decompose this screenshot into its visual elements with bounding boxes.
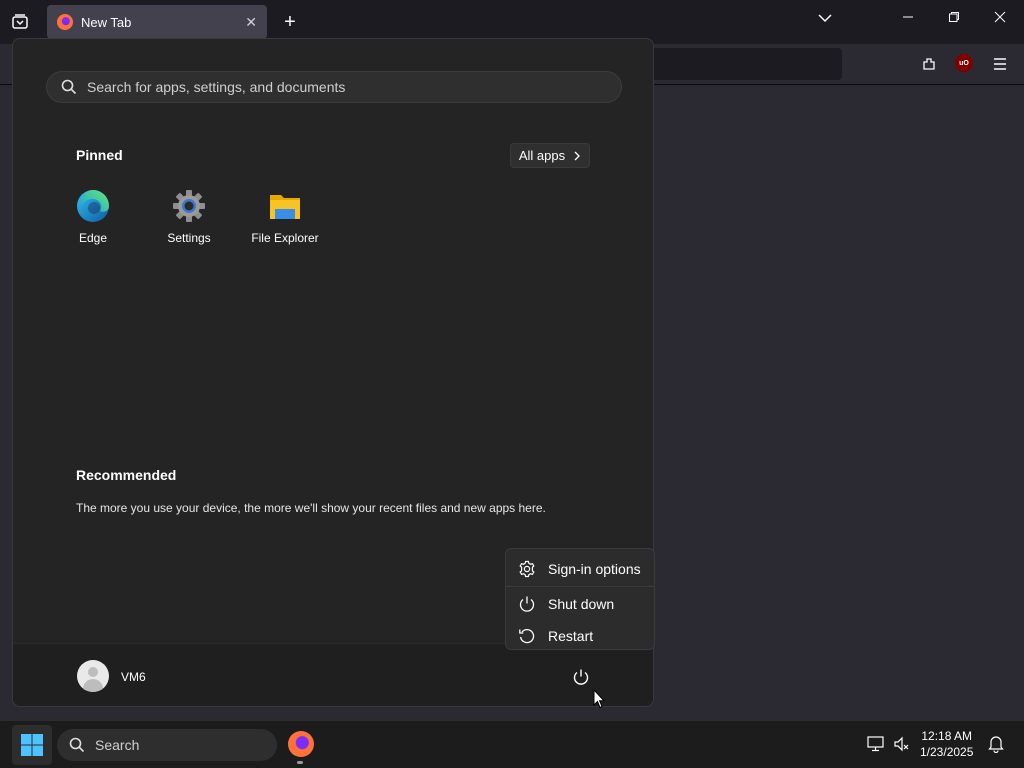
network-icon[interactable] — [867, 735, 885, 753]
pinned-app-edge[interactable]: Edge — [45, 189, 141, 259]
shut-down-item[interactable]: Shut down — [506, 588, 654, 620]
ublock-origin-icon[interactable]: uO — [955, 54, 973, 72]
tab-list-button[interactable] — [8, 10, 32, 34]
sign-in-options-item[interactable]: Sign-in options — [506, 553, 654, 585]
tab-title: New Tab — [81, 14, 132, 30]
restart-label: Restart — [548, 628, 594, 644]
recommended-heading: Recommended — [76, 467, 177, 483]
taskbar: Search 12:18 AM 1/23/2025 — [0, 720, 1024, 768]
folder-icon — [270, 195, 300, 219]
tab-list-icon — [12, 14, 28, 29]
pinned-app-file-explorer[interactable]: File Explorer — [237, 189, 333, 259]
edge-icon — [77, 190, 109, 222]
app-label-edge: Edge — [78, 231, 108, 245]
avatar-head — [88, 667, 98, 677]
close-window-icon[interactable] — [988, 10, 1012, 26]
clock[interactable]: 12:18 AM 1/23/2025 — [920, 728, 973, 760]
all-apps-label: All apps — [518, 148, 566, 163]
app-label-settings: Settings — [167, 231, 211, 245]
mouse-cursor-icon — [593, 689, 605, 709]
menu-hamburger-icon[interactable] — [990, 54, 1010, 74]
pinned-heading: Pinned — [76, 147, 123, 163]
power-button[interactable] — [569, 665, 593, 689]
tab-new-tab[interactable]: New Tab ✕ — [47, 5, 267, 39]
user-name[interactable]: VM6 — [121, 670, 146, 684]
windows-logo-icon — [21, 734, 43, 756]
address-bar[interactable] — [650, 48, 842, 80]
extensions-icon[interactable] — [919, 54, 939, 74]
settings-gear-icon — [173, 190, 205, 222]
notification-bell-icon[interactable] — [987, 735, 1005, 753]
close-tab-icon[interactable]: ✕ — [245, 14, 257, 31]
power-icon — [573, 669, 589, 685]
start-button[interactable] — [12, 725, 52, 765]
gear-icon — [519, 560, 535, 578]
chevron-right-icon — [574, 151, 581, 160]
minimize-icon[interactable] — [896, 10, 920, 26]
new-tab-button[interactable]: + — [280, 10, 300, 34]
start-search-input[interactable]: Search for apps, settings, and documents — [46, 71, 622, 103]
list-all-tabs-icon[interactable] — [813, 10, 837, 26]
power-icon — [519, 596, 535, 612]
running-indicator — [297, 761, 303, 764]
power-options-menu: Sign-in options Shut down Restart — [505, 548, 655, 650]
search-icon — [69, 737, 85, 753]
search-icon — [61, 79, 77, 95]
shut-down-label: Shut down — [548, 596, 615, 612]
sign-in-options-label: Sign-in options — [548, 561, 641, 577]
taskbar-search-box[interactable]: Search — [57, 729, 277, 761]
start-menu-footer: VM6 — [13, 643, 653, 706]
recommended-empty-text: The more you use your device, the more w… — [76, 501, 546, 515]
menu-divider — [506, 586, 654, 587]
clock-date: 1/23/2025 — [920, 745, 974, 759]
all-apps-button[interactable]: All apps — [510, 143, 590, 168]
user-avatar[interactable] — [77, 660, 109, 692]
pinned-app-settings[interactable]: Settings — [141, 189, 237, 259]
taskbar-search-label: Search — [95, 737, 140, 753]
firefox-favicon-icon — [57, 14, 73, 30]
volume-muted-icon[interactable] — [893, 735, 911, 753]
search-placeholder: Search for apps, settings, and documents — [87, 79, 346, 95]
firefox-taskbar-icon[interactable] — [288, 731, 314, 757]
restart-icon — [519, 628, 535, 644]
clock-time: 12:18 AM — [921, 729, 973, 743]
restart-item[interactable]: Restart — [506, 620, 654, 652]
restore-icon[interactable] — [942, 10, 966, 26]
app-label-file-explorer: File Explorer — [251, 231, 319, 245]
avatar-body — [83, 679, 103, 692]
